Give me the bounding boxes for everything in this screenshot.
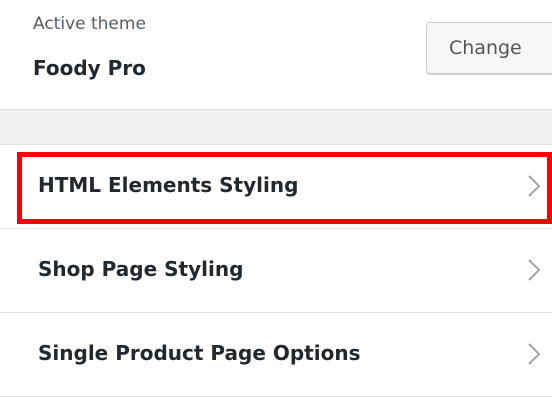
section-title: HTML Elements Styling xyxy=(38,173,299,197)
section-title: Single Product Page Options xyxy=(38,341,361,365)
section-shop-page-styling[interactable]: Shop Page Styling xyxy=(0,229,552,313)
section-divider-band xyxy=(0,110,552,145)
section-html-elements-styling[interactable]: HTML Elements Styling xyxy=(0,145,552,229)
chevron-right-icon xyxy=(526,257,542,283)
section-single-product-page-options[interactable]: Single Product Page Options xyxy=(0,313,552,397)
active-theme-header: Active theme Foody Pro Change xyxy=(0,0,552,110)
section-title: Shop Page Styling xyxy=(38,257,244,281)
section-list: HTML Elements Styling Shop Page Styling … xyxy=(0,145,552,397)
customizer-panel: Active theme Foody Pro Change HTML Eleme… xyxy=(0,0,552,397)
chevron-right-icon xyxy=(526,173,542,199)
active-theme-name: Foody Pro xyxy=(33,56,146,80)
active-theme-label: Active theme xyxy=(33,14,146,34)
chevron-right-icon xyxy=(526,341,542,367)
change-theme-button[interactable]: Change xyxy=(426,22,552,74)
